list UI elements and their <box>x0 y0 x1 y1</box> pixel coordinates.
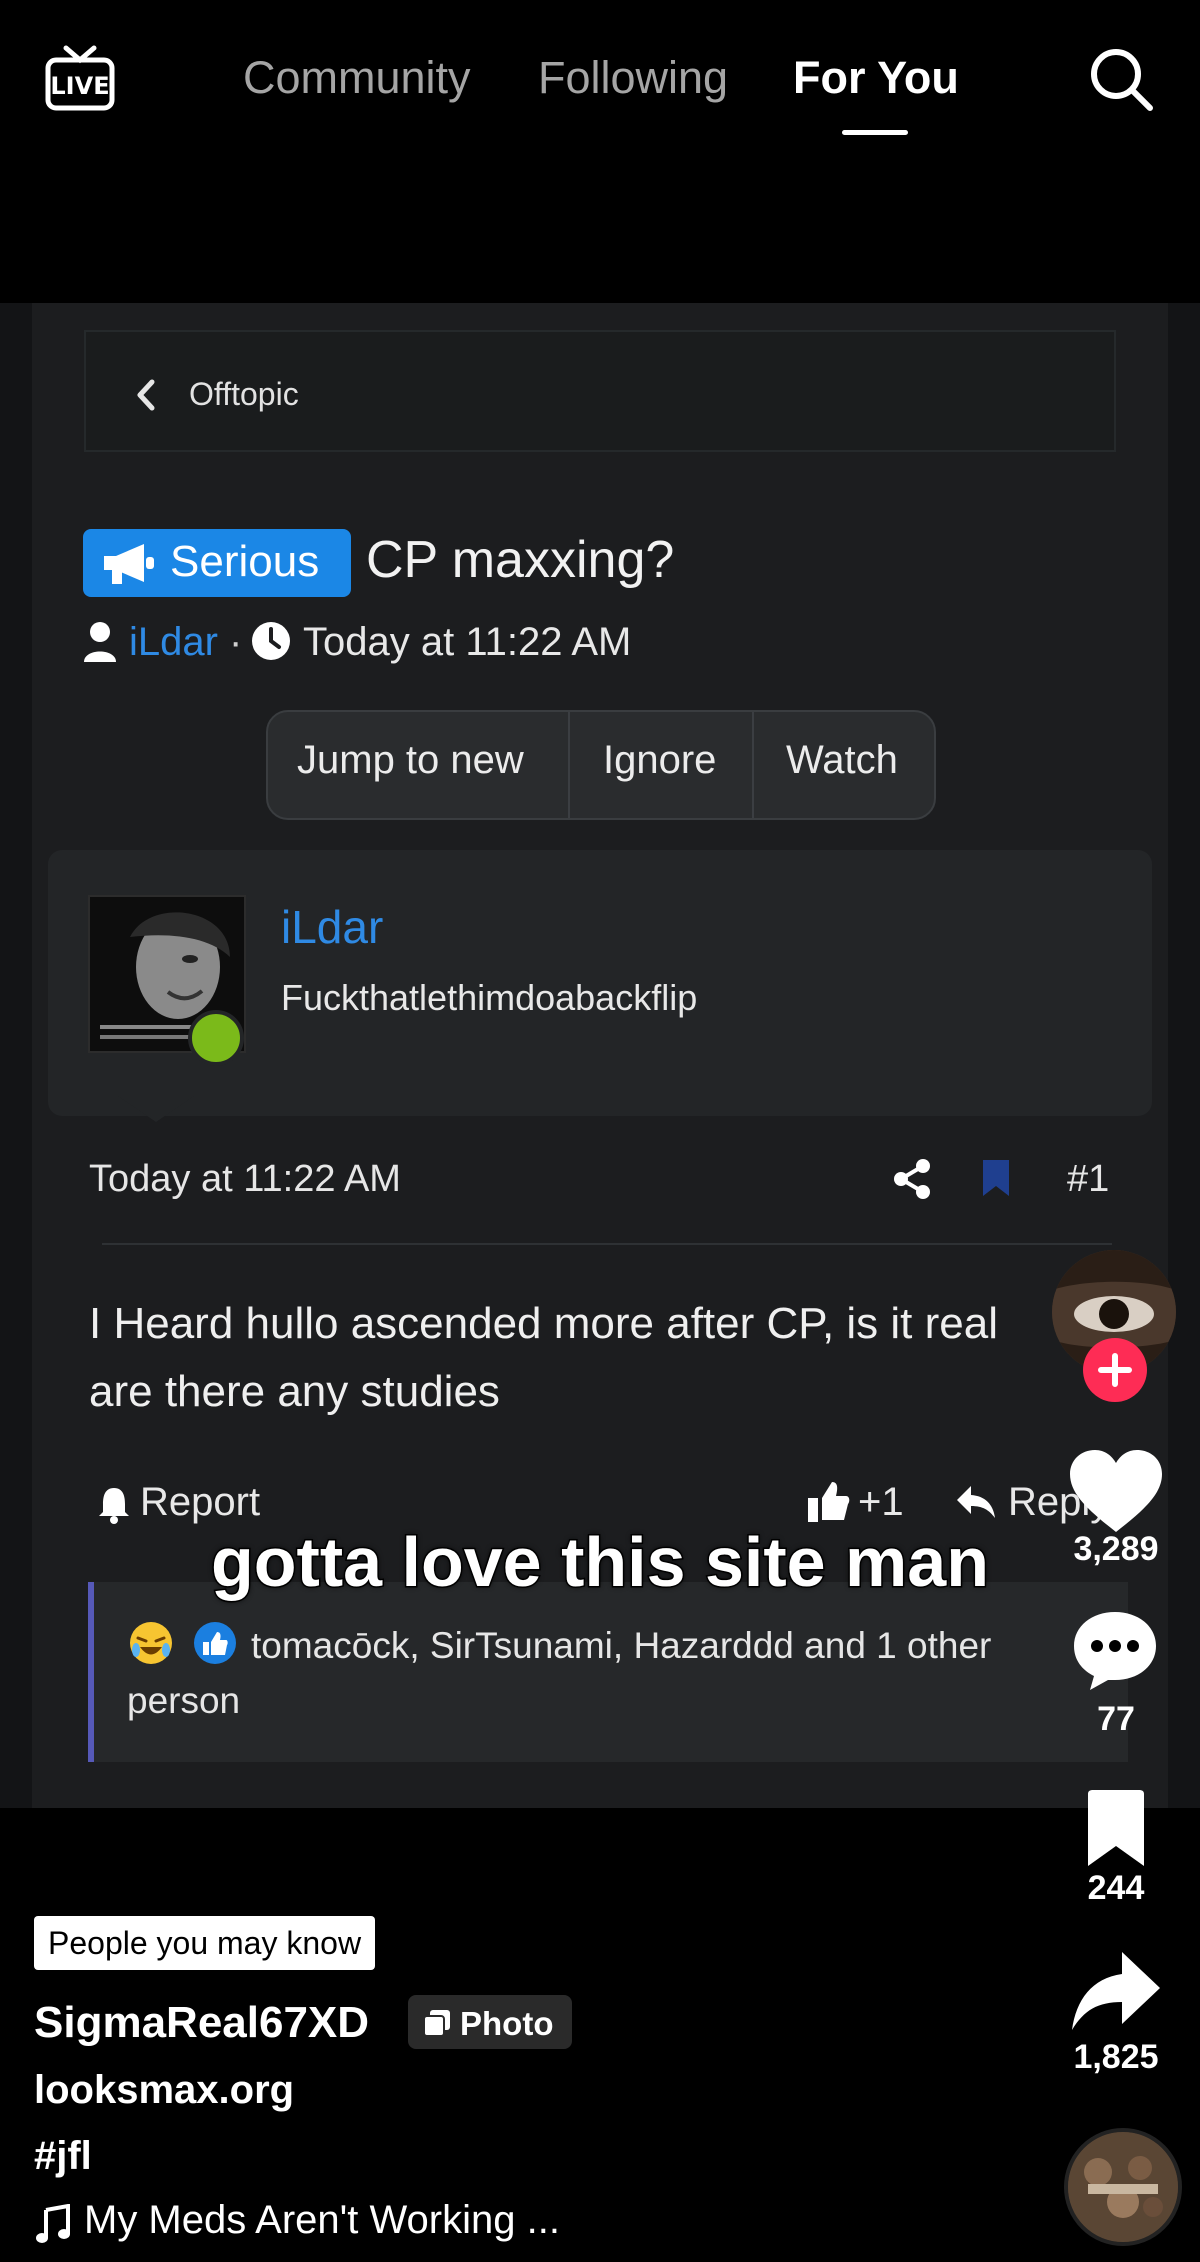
comment-icon[interactable] <box>1070 1608 1160 1692</box>
report-button[interactable]: Report <box>140 1480 260 1525</box>
share-arrow-icon[interactable] <box>1070 1950 1162 2032</box>
thread-title: CP maxxing? <box>366 531 675 589</box>
search-icon[interactable] <box>1088 46 1154 112</box>
user-title: Fuckthatlethimdoabackflip <box>281 977 698 1018</box>
online-status-indicator <box>188 1010 244 1066</box>
prefix-badge-label: Serious <box>170 537 320 586</box>
follow-plus-icon[interactable] <box>1083 1338 1147 1402</box>
heart-icon[interactable] <box>1068 1448 1164 1534</box>
music-note-icon <box>36 2204 70 2243</box>
music-title[interactable]: My Meds Aren't Working ... <box>84 2198 560 2243</box>
photo-badge-label: Photo <box>460 2005 554 2042</box>
tab-community[interactable]: Community <box>243 52 471 104</box>
share-icon[interactable] <box>893 1158 931 1200</box>
svg-text:LIVE: LIVE <box>50 72 109 100</box>
chevron-left-icon <box>137 379 155 411</box>
post-body: I Heard hullo ascended more after CP, is… <box>89 1299 998 1416</box>
thumbs-up-icon[interactable] <box>806 1478 850 1524</box>
bookmark-icon[interactable] <box>981 1158 1011 1198</box>
user-icon <box>84 622 116 662</box>
post-like-count: +1 <box>858 1480 904 1524</box>
video-caption-overlay: gotta love this site man <box>210 1522 991 1603</box>
post-number-link[interactable]: #1 <box>1067 1158 1109 1201</box>
thread-author-link[interactable]: iLdar <box>129 620 218 665</box>
bookmark-icon[interactable] <box>1084 1788 1148 1868</box>
caption-text: looksmax.org <box>34 2068 295 2112</box>
music-disc-icon[interactable] <box>1064 2128 1182 2246</box>
bell-icon <box>99 1488 129 1524</box>
comment-count: 77 <box>1097 1700 1135 1738</box>
post-author-link[interactable]: iLdar <box>281 900 383 954</box>
photo-icon <box>423 2010 450 2037</box>
jump-to-new-button[interactable]: Jump to new <box>297 738 524 783</box>
thread-timestamp: Today at 11:22 AM <box>303 620 632 664</box>
watch-button[interactable]: Watch <box>786 738 898 783</box>
like-count: 3,289 <box>1073 1530 1159 1568</box>
active-tab-indicator <box>842 130 908 135</box>
divider <box>102 1243 1112 1245</box>
tab-following[interactable]: Following <box>538 52 728 104</box>
reply-icon[interactable] <box>955 1484 997 1520</box>
share-count: 1,825 <box>1073 2038 1159 2076</box>
live-icon[interactable]: LIVE <box>44 42 116 114</box>
laughing-emoji-icon <box>130 1622 172 1664</box>
clock-icon <box>252 622 290 660</box>
ignore-button[interactable]: Ignore <box>603 738 716 783</box>
card-pointer <box>118 1096 194 1122</box>
reaction-users[interactable]: tomacōck, SirTsunami, Hazarddd and 1 oth… <box>127 1618 1047 1728</box>
post-timestamp[interactable]: Today at 11:22 AM <box>89 1158 401 1201</box>
divider <box>568 712 570 818</box>
meta-separator: · <box>229 620 243 664</box>
save-count: 244 <box>1087 1869 1145 1907</box>
breadcrumb-label[interactable]: Offtopic <box>189 376 299 413</box>
tab-for-you[interactable]: For You <box>793 52 959 104</box>
hashtag-link[interactable]: #jfl <box>34 2134 92 2179</box>
people-you-may-know-tag[interactable]: People you may know <box>34 1916 376 1970</box>
creator-username[interactable]: SigmaReal67XD <box>34 1998 369 2048</box>
like-reaction-icon <box>194 1622 236 1664</box>
megaphone-icon <box>104 544 154 584</box>
divider <box>752 712 754 818</box>
